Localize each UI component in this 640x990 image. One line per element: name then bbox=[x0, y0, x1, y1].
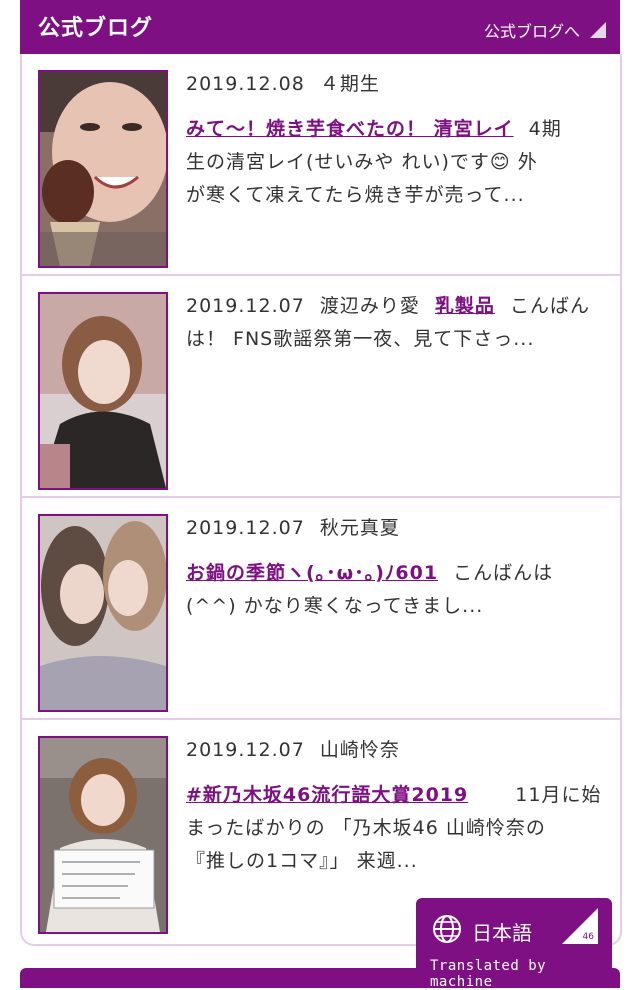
entry-author: 秋元真夏 bbox=[319, 517, 400, 539]
entry-excerpt: が寒くて凍えてたら焼き芋が売って... bbox=[186, 184, 525, 206]
corner-triangle-icon bbox=[590, 22, 606, 38]
entry-text: 2019.12.07 渡辺みり愛 乳製品 こんばん は！ FNS歌謡祭第一夜、見… bbox=[186, 290, 606, 356]
language-button[interactable]: 日本語 bbox=[432, 914, 532, 948]
entry-thumbnail[interactable] bbox=[38, 70, 168, 268]
entry-author: 渡辺みり愛 bbox=[319, 295, 420, 317]
official-blog-link[interactable]: 公式ブログへ bbox=[484, 18, 606, 42]
blog-header: 公式ブログ 公式ブログへ bbox=[20, 0, 620, 54]
entry-thumbnail[interactable] bbox=[38, 292, 168, 490]
globe-icon bbox=[432, 914, 462, 948]
entry-author: ４期生 bbox=[319, 73, 380, 95]
entry-title-link[interactable]: 乳製品 bbox=[435, 295, 495, 317]
entry-text: 2019.12.07 秋元真夏 お鍋の季節ヽ(｡･ω･｡)ﾉ601 こんばんは … bbox=[186, 512, 606, 623]
entry-date: 2019.12.07 bbox=[186, 517, 305, 539]
entry-thumbnail[interactable] bbox=[38, 514, 168, 712]
entry-author: 山崎怜奈 bbox=[319, 739, 400, 761]
entry-excerpt: 4期 bbox=[528, 118, 562, 140]
entry-title-link[interactable]: #新乃木坂46流行語大賞2019 bbox=[186, 784, 468, 806]
official-blog-link-label: 公式ブログへ bbox=[483, 22, 580, 41]
corner-logo-text: 46 bbox=[582, 932, 594, 942]
entry-date: 2019.12.08 bbox=[186, 73, 305, 95]
entry-text: 2019.12.07 山崎怜奈 #新乃木坂46流行語大賞2019 11月に始 ま… bbox=[186, 734, 606, 878]
entry-excerpt: こんばんは bbox=[453, 562, 554, 584]
translated-by-machine-label: Translated by machine bbox=[430, 958, 547, 990]
entry-excerpt: は！ FNS歌謡祭第一夜、見て下さっ... bbox=[186, 328, 535, 350]
entry-date: 2019.12.07 bbox=[186, 739, 305, 761]
entry-excerpt: まったばかりの 「乃木坂46 山崎怜奈の bbox=[186, 817, 546, 839]
entry-excerpt: 11月に始 bbox=[515, 784, 602, 806]
entry-excerpt: 生の清宮レイ(せいみや れい)です😊 外 bbox=[186, 151, 538, 173]
blog-entry[interactable]: 2019.12.08 ４期生 みて〜！焼き芋食べたの！ 清宮レイ 4期 生の清宮… bbox=[22, 54, 620, 276]
blog-entry[interactable]: 2019.12.07 渡辺みり愛 乳製品 こんばん は！ FNS歌謡祭第一夜、見… bbox=[22, 276, 620, 498]
entry-title-link[interactable]: お鍋の季節ヽ(｡･ω･｡)ﾉ601 bbox=[186, 562, 438, 584]
entry-excerpt: 『推しの1コマ』」 来週... bbox=[186, 850, 418, 872]
entry-excerpt: (^^) かなり寒くなってきまし... bbox=[186, 595, 484, 617]
blog-entry[interactable]: 2019.12.07 秋元真夏 お鍋の季節ヽ(｡･ω･｡)ﾉ601 こんばんは … bbox=[22, 498, 620, 720]
entry-text: 2019.12.08 ４期生 みて〜！焼き芋食べたの！ 清宮レイ 4期 生の清宮… bbox=[186, 68, 606, 212]
language-label: 日本語 bbox=[472, 920, 532, 945]
language-switcher[interactable]: 日本語 46 Translated by machine bbox=[416, 898, 612, 990]
entry-excerpt: こんばん bbox=[509, 295, 590, 317]
header-title: 公式ブログ bbox=[38, 16, 154, 41]
blog-list: 2019.12.08 ４期生 みて〜！焼き芋食べたの！ 清宮レイ 4期 生の清宮… bbox=[20, 54, 622, 946]
entry-title-link[interactable]: みて〜！焼き芋食べたの！ 清宮レイ bbox=[186, 118, 514, 140]
entry-date: 2019.12.07 bbox=[186, 295, 305, 317]
entry-thumbnail[interactable] bbox=[38, 736, 168, 934]
